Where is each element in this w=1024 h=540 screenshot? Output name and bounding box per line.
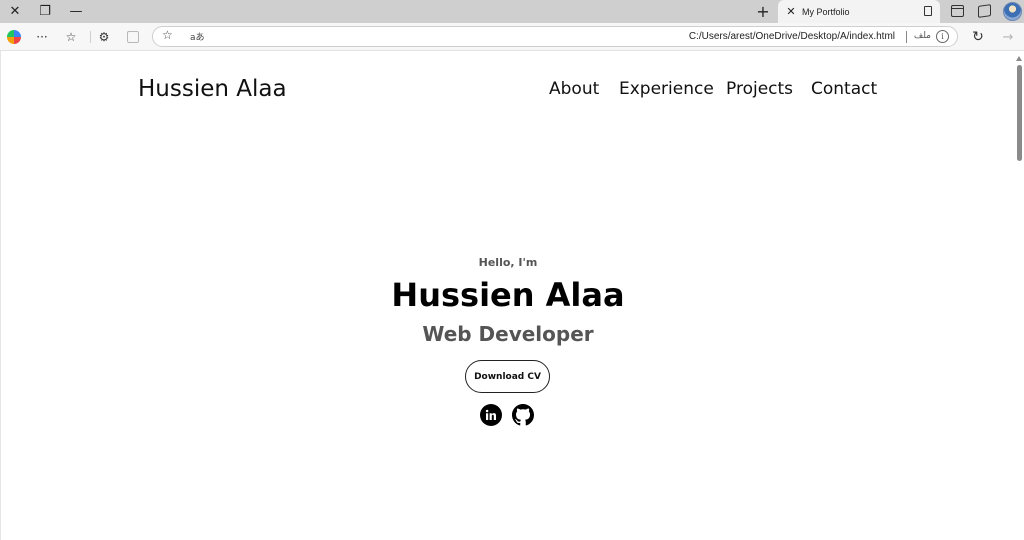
site-info-icon[interactable]: i <box>936 30 949 43</box>
favorite-star-icon[interactable]: ☆ <box>162 28 173 42</box>
file-protocol-label: ملف <box>913 31 931 41</box>
tab-strip: ✕ ❐ — + ✕ My Portfolio <box>0 0 1024 23</box>
address-divider <box>906 31 907 43</box>
site-logo[interactable]: Hussien Alaa <box>138 76 287 102</box>
nav-contact[interactable]: Contact <box>811 79 877 99</box>
new-tab-button[interactable]: + <box>751 0 775 23</box>
workspaces-icon[interactable] <box>978 4 991 18</box>
tab-my-portfolio[interactable]: ✕ My Portfolio <box>778 0 940 23</box>
hero-greeting: Hello, I'm <box>478 256 538 269</box>
more-options-icon[interactable]: ··· <box>32 27 52 47</box>
extensions-icon[interactable]: ⚙ <box>94 27 114 47</box>
toolbar-divider <box>90 31 91 43</box>
tab-title: My Portfolio <box>802 6 850 17</box>
hero-name: Hussien Alaa <box>391 276 625 314</box>
scroll-up-icon[interactable] <box>1016 56 1022 61</box>
linkedin-icon[interactable] <box>480 404 502 426</box>
github-icon[interactable] <box>512 404 534 426</box>
read-aloud-icon[interactable]: aあ <box>190 30 205 43</box>
download-cv-button[interactable]: Download CV <box>465 360 550 393</box>
nav-projects[interactable]: Projects <box>726 79 793 99</box>
document-icon <box>924 6 932 16</box>
restore-window-icon[interactable]: ❐ <box>30 0 60 23</box>
close-window-icon[interactable]: ✕ <box>0 0 30 23</box>
copilot-icon[interactable] <box>4 27 24 47</box>
address-bar[interactable]: ☆ aあ C:/Users/arest/OneDrive/Desktop/A/i… <box>152 26 958 47</box>
scroll-thumb[interactable] <box>1017 65 1022 161</box>
hero-role: Web Developer <box>422 322 594 346</box>
sidebar-toggle-icon[interactable] <box>951 5 964 17</box>
profile-avatar[interactable] <box>1003 2 1022 21</box>
collections-icon[interactable] <box>123 27 143 47</box>
minimize-window-icon[interactable]: — <box>61 0 91 23</box>
address-url[interactable]: C:/Users/arest/OneDrive/Desktop/A/index.… <box>689 31 895 42</box>
nav-experience[interactable]: Experience <box>619 79 714 99</box>
forward-icon[interactable]: → <box>998 27 1018 47</box>
tab-close-icon[interactable]: ✕ <box>782 5 800 18</box>
refresh-icon[interactable]: ↻ <box>968 27 988 47</box>
browser-toolbar: ··· ☆ ⚙ ☆ aあ C:/Users/arest/OneDrive/Des… <box>0 23 1024 51</box>
favorites-icon[interactable]: ☆ <box>61 27 81 47</box>
nav-about[interactable]: About <box>549 79 599 99</box>
